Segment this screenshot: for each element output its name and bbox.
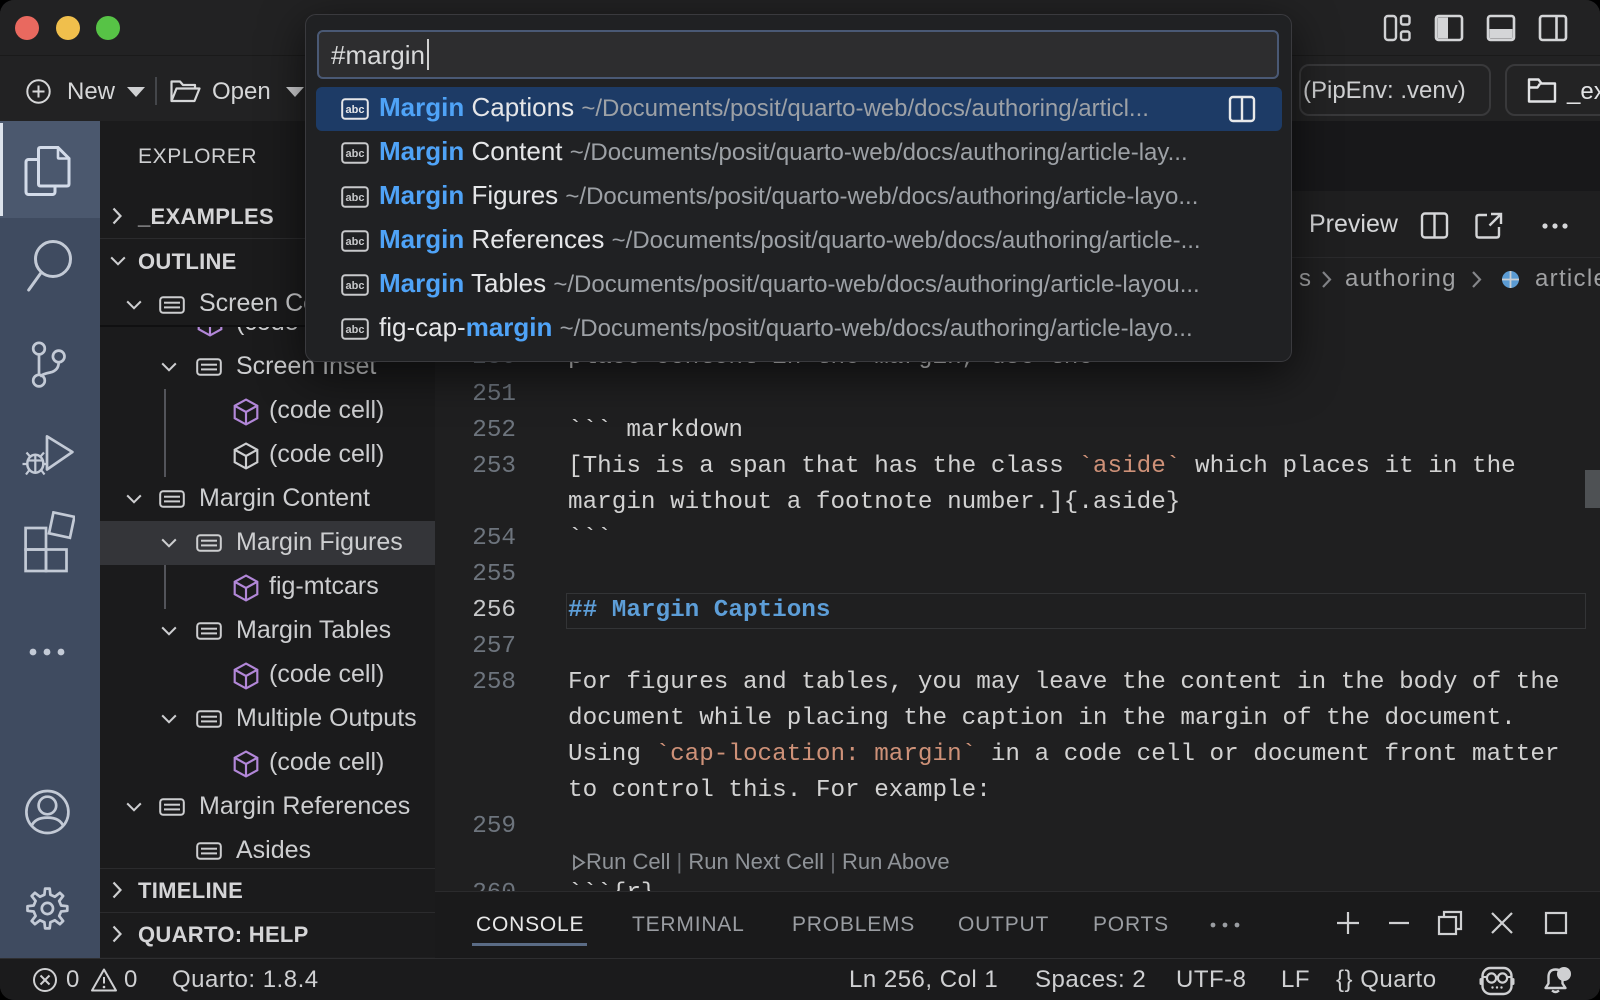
svg-text:abc: abc — [346, 236, 365, 248]
svg-text:abc: abc — [346, 324, 365, 336]
svg-text:abc: abc — [346, 148, 365, 160]
svg-text:abc: abc — [346, 192, 365, 204]
svg-text:abc: abc — [346, 104, 365, 116]
svg-text:abc: abc — [346, 280, 365, 292]
